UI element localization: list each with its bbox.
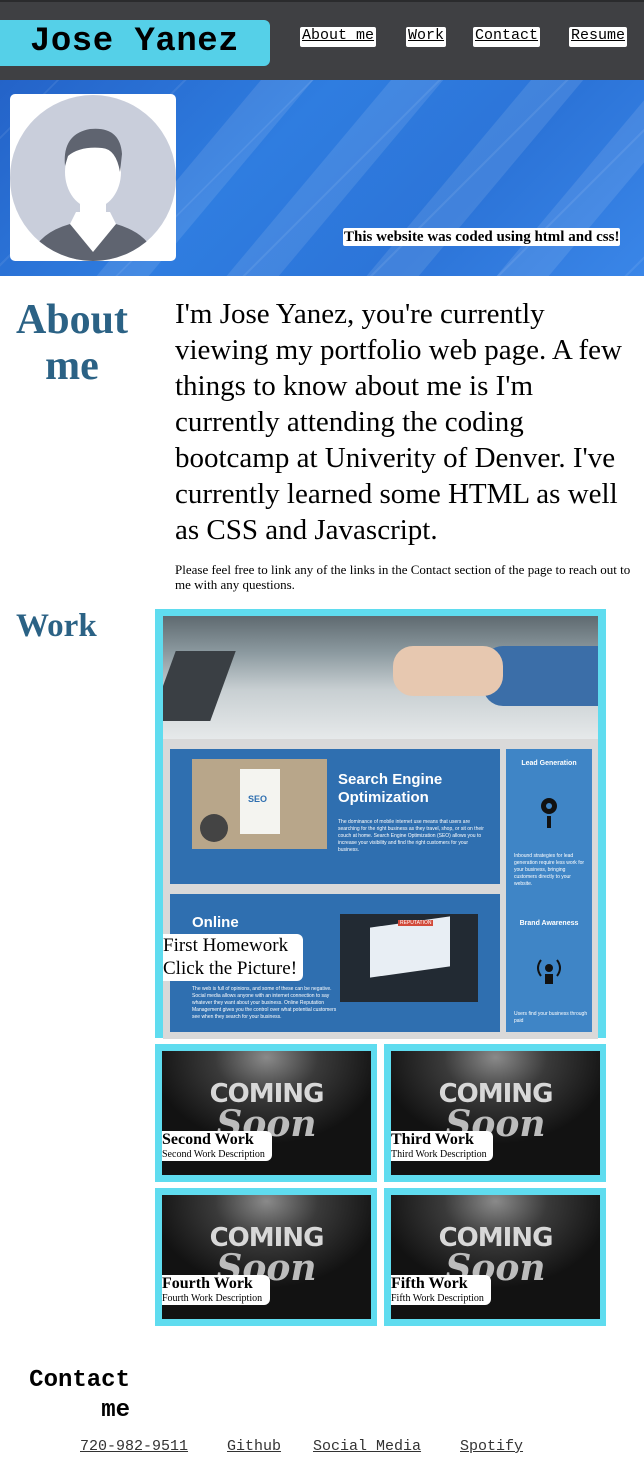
contact-social-media-link[interactable]: Social Media: [313, 1438, 421, 1455]
contact-title: Contact me: [14, 1366, 130, 1426]
contact-title-line1: Contact: [29, 1367, 130, 1394]
featured-work-card[interactable]: SEO Search Engine Optimization The domin…: [155, 609, 606, 1039]
nav-link-resume[interactable]: Resume: [569, 27, 628, 47]
site-header: Jose Yanez About me Work Contact Resume: [0, 0, 644, 80]
hero-stripe: [476, 80, 644, 276]
work-caption: Fourth Work Fourth Work Description: [162, 1275, 270, 1305]
contact-title-line2: me: [101, 1397, 130, 1424]
featured-work-caption: First Homework Click the Picture!: [163, 934, 303, 981]
work-description: Second Work Description: [162, 1149, 265, 1160]
work-description: Third Work Description: [391, 1149, 487, 1160]
contact-spotify-link[interactable]: Spotify: [460, 1438, 523, 1455]
seo-heading: Search Engine Optimization: [338, 771, 443, 806]
nav-link-about[interactable]: About me: [300, 27, 377, 47]
work-title: Fifth Work: [391, 1275, 468, 1292]
hand-shape: [393, 646, 503, 696]
reputation-photo: REPUTATION: [340, 914, 478, 1002]
work-description: Fourth Work Description: [162, 1293, 263, 1304]
avatar: [10, 94, 176, 261]
contact-phone-link[interactable]: 720-982-9511: [80, 1438, 188, 1455]
seo-label: SEO: [248, 794, 268, 804]
reputation-label: REPUTATION: [398, 920, 434, 926]
work-title: Fourth Work: [162, 1275, 253, 1292]
about-paragraph: I'm Jose Yanez, you're currently viewing…: [175, 298, 622, 546]
hero-caption: This website was coded using html and cs…: [343, 228, 621, 246]
featured-work-subtitle: Click the Picture!: [163, 958, 298, 979]
work-caption: Second Work Second Work Description: [162, 1131, 272, 1161]
work-card-2[interactable]: COMING Soon Second Work Second Work Desc…: [155, 1044, 377, 1182]
seo-panel: SEO Search Engine Optimization The domin…: [170, 749, 500, 884]
online-body: The web is full of opinions, and some of…: [192, 986, 337, 1020]
work-title: Second Work: [162, 1131, 254, 1148]
work-card-5[interactable]: COMING Soon Fifth Work Fifth Work Descri…: [384, 1188, 606, 1326]
lead-gen-heading: Lead Generation: [521, 760, 577, 767]
work-caption: Fifth Work Fifth Work Description: [391, 1275, 491, 1305]
work-card-4[interactable]: COMING Soon Fourth Work Fourth Work Desc…: [155, 1188, 377, 1326]
lead-gen-body: Inbound strategies for lead generation r…: [514, 853, 585, 887]
side-panel: Lead Generation Inbound strategies for l…: [506, 749, 592, 1032]
seo-body: The dominance of mobile internet use mea…: [338, 819, 484, 853]
nav-link-contact[interactable]: Contact: [473, 27, 541, 47]
site-logo[interactable]: Jose Yanez: [0, 20, 270, 66]
about-note: Please feel free to link any of the link…: [175, 562, 631, 592]
logo-text: Jose Yanez: [30, 23, 240, 61]
broadcast-icon: [537, 959, 561, 984]
nav-link-work[interactable]: Work: [406, 27, 447, 47]
about-title: About me: [15, 297, 129, 389]
work-title: Work: [16, 608, 97, 644]
work-description: Fifth Work Description: [391, 1293, 484, 1304]
work-card-3[interactable]: COMING Soon Third Work Third Work Descri…: [384, 1044, 606, 1182]
work-title: Third Work: [391, 1131, 474, 1148]
avatar-placeholder-icon: [10, 95, 176, 261]
online-heading: Online: [192, 914, 239, 931]
brand-awareness-body: Users find your business through paid: [514, 1011, 588, 1024]
cup-shape: [200, 814, 228, 842]
brand-awareness-heading: Brand Awareness: [519, 920, 579, 927]
featured-work-title: First Homework: [163, 935, 289, 956]
contact-github-link[interactable]: Github: [227, 1438, 281, 1455]
gear-icon: [541, 798, 557, 828]
work-caption: Third Work Third Work Description: [391, 1131, 493, 1161]
laptop-shape: [163, 651, 236, 721]
office-photo: [163, 616, 598, 739]
seo-photo: SEO: [192, 759, 327, 849]
hero-banner: This website was coded using html and cs…: [0, 80, 644, 276]
